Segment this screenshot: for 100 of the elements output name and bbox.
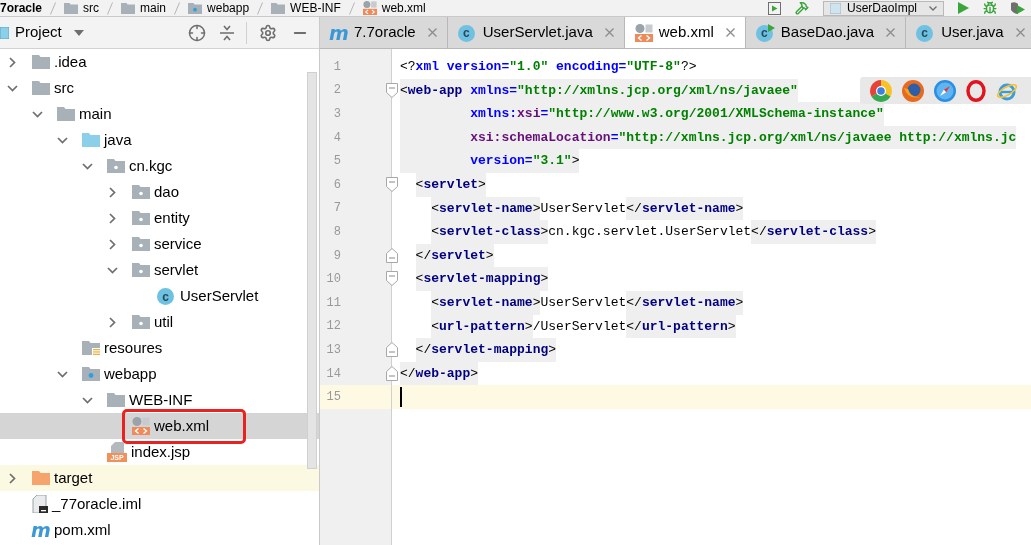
fold-marker-icon[interactable]	[386, 176, 398, 192]
hammer-icon[interactable]	[794, 1, 809, 15]
project-view-dropdown[interactable]: Project	[15, 21, 84, 44]
package-icon	[132, 237, 150, 251]
breadcrumb-item[interactable]: main	[121, 0, 167, 16]
editor-tab[interactable]: m 7.7oracle	[320, 17, 448, 48]
tree-item[interactable]: WEB-INF	[0, 387, 319, 413]
tree-item[interactable]: target	[0, 465, 319, 491]
run-icon[interactable]	[958, 2, 969, 14]
class-icon: c	[157, 287, 176, 305]
chevron-right-icon[interactable]	[8, 56, 16, 68]
chevron-down-icon[interactable]	[81, 162, 93, 170]
close-icon[interactable]	[427, 28, 437, 37]
tree-item[interactable]: .idea	[0, 49, 319, 75]
web-folder-icon	[82, 367, 100, 381]
line-number: 7	[332, 200, 341, 218]
coverage-icon[interactable]	[1011, 1, 1025, 15]
breadcrumb-item[interactable]: web.xml	[362, 0, 426, 16]
close-icon[interactable]	[725, 28, 735, 37]
xml-tag: </servlet-name>	[626, 290, 744, 315]
tree-item[interactable]: cn.kgc	[0, 153, 319, 179]
line-number: 12	[325, 318, 341, 336]
xml-tag: <url-pattern>	[431, 314, 533, 339]
folder-icon	[32, 471, 50, 485]
tree-item[interactable]: webapp	[0, 361, 319, 387]
editor-tab[interactable]: c UserServlet.java	[447, 17, 625, 48]
web-folder-icon	[188, 2, 203, 14]
xml-tag: </servlet>	[415, 243, 494, 268]
tree-item[interactable]: _77oracle.iml	[0, 491, 319, 517]
run-configuration-dropdown[interactable]: UserDaoImpl	[822, 0, 944, 16]
xml-tag: <web-app xmlns="http://xmlns.jcp.org/xml/ns/javaee"	[400, 78, 798, 103]
collapse-all-icon[interactable]	[220, 24, 234, 41]
breadcrumb-item[interactable]: src	[64, 0, 100, 16]
editor-tab[interactable]: c User.java	[906, 17, 1031, 48]
editor-tab[interactable]: c BaseDao.java	[745, 17, 907, 48]
chevron-down-icon[interactable]	[81, 396, 93, 404]
tree-item[interactable]: main	[0, 101, 319, 127]
breadcrumb-item[interactable]: 7oracle	[0, 0, 43, 16]
xml-tag: <servlet-name>	[431, 290, 541, 315]
xml-tag: </servlet-class>	[751, 220, 876, 244]
line-number: 9	[332, 247, 341, 265]
breadcrumb-separator	[257, 1, 264, 15]
scrollbar-thumb[interactable]	[307, 72, 317, 469]
editor-tab[interactable]: web.xml	[624, 17, 746, 48]
fold-marker-icon[interactable]	[386, 82, 398, 98]
xml-tag: <servlet>	[415, 172, 486, 197]
chevron-down-icon[interactable]	[31, 110, 43, 118]
folder-icon	[57, 107, 75, 121]
module-file-icon	[32, 495, 48, 513]
xml-tag: <?xml version="1.0" encoding="UTF-8"?>	[400, 55, 697, 79]
close-icon[interactable]	[604, 28, 614, 37]
wheel-icon[interactable]	[870, 79, 892, 102]
xml-tag: xmlns:xsi="http://www.w3.org/2001/XMLSchema-instance"	[400, 102, 884, 126]
breadcrumb-item[interactable]: WEB-INF	[271, 0, 341, 16]
close-icon[interactable]	[1015, 28, 1025, 37]
swirl-globe-icon[interactable]	[902, 79, 924, 102]
breadcrumb-item[interactable]: webapp	[188, 0, 250, 16]
compass-icon[interactable]	[934, 79, 956, 102]
code-text: /UserServlet	[532, 317, 627, 336]
chevron-down-icon[interactable]	[106, 266, 118, 274]
settings-icon[interactable]	[259, 23, 277, 42]
chevron-right-icon[interactable]	[8, 472, 16, 484]
chevron-down-icon[interactable]	[6, 84, 18, 92]
caret-down-icon	[73, 29, 84, 36]
breadcrumb-separator	[174, 1, 181, 15]
caret-down-icon	[929, 5, 937, 11]
folder-icon	[271, 2, 286, 14]
fold-marker-icon[interactable]	[386, 365, 398, 381]
fold-marker-icon[interactable]	[386, 271, 398, 287]
xml-tag: </servlet-name>	[626, 196, 744, 221]
package-icon	[132, 211, 150, 225]
tree-item[interactable]: entity	[0, 205, 319, 231]
close-icon[interactable]	[886, 28, 896, 37]
tree-item[interactable]: java	[0, 127, 319, 153]
tree-item[interactable]: m pom.xml	[0, 517, 319, 543]
chevron-right-icon[interactable]	[108, 316, 116, 328]
chevron-right-icon[interactable]	[108, 186, 116, 198]
runnable-class-icon: c	[755, 23, 775, 42]
tree-item[interactable]: c UserServlet	[0, 283, 319, 309]
tree-item[interactable]: dao	[0, 179, 319, 205]
chevron-down-icon[interactable]	[56, 370, 68, 378]
chevron-right-icon[interactable]	[108, 238, 116, 250]
tree-item[interactable]: resoures	[0, 335, 319, 361]
package-icon	[132, 185, 150, 199]
run-window-icon[interactable]	[767, 1, 781, 15]
tree-item[interactable]: util	[0, 309, 319, 335]
locate-icon[interactable]	[188, 23, 206, 42]
tree-item[interactable]: src	[0, 75, 319, 101]
tree-item[interactable]: servlet	[0, 257, 319, 283]
folder-icon	[32, 55, 50, 69]
chevron-right-icon[interactable]	[108, 212, 116, 224]
folder-icon	[64, 2, 79, 14]
ring-icon[interactable]	[966, 79, 986, 102]
tree-item[interactable]: service	[0, 231, 319, 257]
breadcrumb-separator	[50, 1, 57, 15]
chevron-down-icon[interactable]	[56, 136, 68, 144]
fold-marker-icon[interactable]	[386, 342, 398, 358]
fold-marker-icon[interactable]	[386, 247, 398, 263]
debug-icon[interactable]	[983, 1, 997, 15]
line-number: 4	[332, 129, 341, 147]
